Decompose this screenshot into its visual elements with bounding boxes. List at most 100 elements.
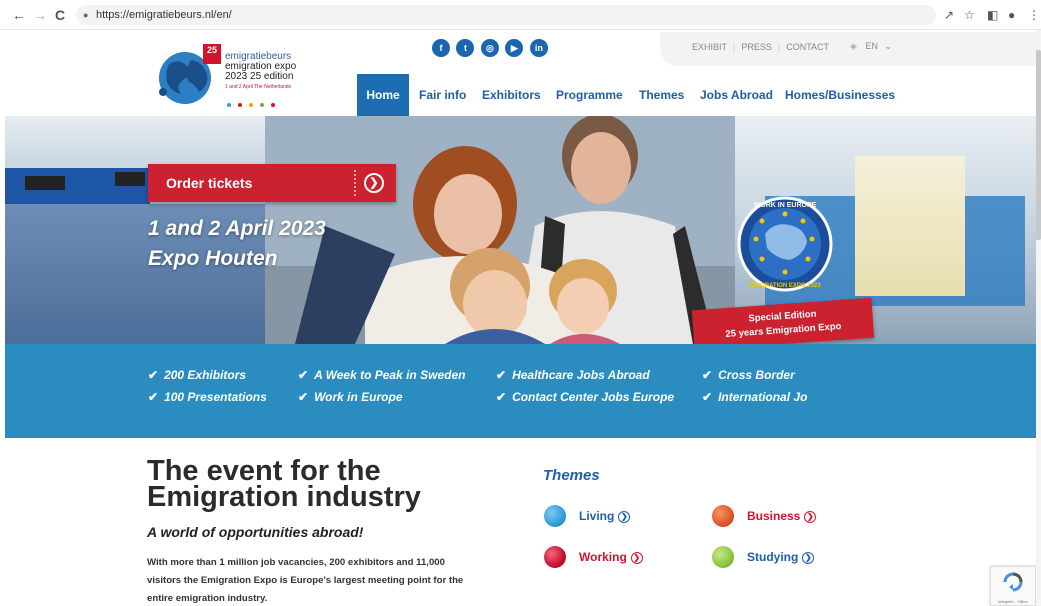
order-tickets-label: Order tickets: [166, 175, 253, 191]
linkedin-icon[interactable]: in: [529, 39, 548, 57]
browser-toolbar: ← → C ● https://emigratiebeurs.nl/en/ ↗ …: [0, 0, 1041, 30]
social-links: f t ◎ ▶ in: [432, 38, 550, 57]
check-icon: ✔: [148, 368, 159, 382]
highlight-item[interactable]: ✔ Healthcare Jobs Abroad: [496, 368, 650, 382]
check-icon: ✔: [298, 390, 309, 404]
instagram-icon[interactable]: ◎: [480, 39, 499, 57]
highlight-item[interactable]: ✔ A Week to Peak in Sweden: [298, 368, 465, 382]
event-date-line: 1 and 2 April 2023: [148, 217, 326, 240]
highlight-label: 200 Exhibitors: [164, 368, 247, 382]
arrow-right-icon: ❯: [364, 173, 384, 193]
nav-exhibitors[interactable]: Exhibitors: [482, 74, 541, 116]
page-subtitle: A world of opportunities abroad!: [147, 524, 364, 540]
recaptcha-badge[interactable]: Integritet - Villkor: [990, 566, 1036, 606]
recaptcha-label: Integritet - Villkor: [998, 599, 1028, 604]
title-line-2: Emigration industry: [147, 481, 421, 513]
scrollbar-thumb[interactable]: [1036, 50, 1041, 240]
check-icon: ✔: [496, 390, 507, 404]
check-icon: ✔: [496, 368, 507, 382]
highlight-item[interactable]: ✔ International Jo: [702, 390, 807, 404]
event-venue-line: Expo Houten: [148, 247, 278, 270]
language-selector[interactable]: ◈ EN ⌄: [850, 41, 892, 52]
themes-heading: Themes: [543, 467, 600, 484]
display-screen: [115, 172, 145, 186]
star-icon[interactable]: ☆: [964, 7, 975, 23]
youtube-icon[interactable]: ▶: [505, 39, 524, 57]
highlight-label: Cross Border: [718, 368, 795, 382]
arrow-right-icon: ❯: [618, 511, 631, 523]
highlight-label: Work in Europe: [314, 390, 403, 404]
twitter-icon[interactable]: t: [456, 39, 475, 57]
arrow-right-icon: ❯: [630, 552, 643, 564]
nav-jobs-abroad[interactable]: Jobs Abroad: [700, 74, 773, 116]
arrow-right-icon: ❯: [802, 552, 815, 564]
highlight-item[interactable]: ✔ 100 Presentations: [148, 390, 267, 404]
family-photo: [265, 116, 735, 344]
scrollbar[interactable]: [1036, 30, 1041, 606]
highlight-label: Healthcare Jobs Abroad: [512, 368, 650, 382]
chevron-down-icon: ⌄: [884, 41, 893, 51]
contact-link[interactable]: CONTACT: [786, 42, 829, 52]
back-icon[interactable]: ←: [12, 7, 26, 23]
logo-dots: [227, 94, 282, 112]
highlight-label: International Jo: [718, 390, 808, 404]
highlight-label: Contact Center Jobs Europe: [512, 390, 675, 404]
nav-programme[interactable]: Programme: [556, 74, 623, 116]
facebook-icon[interactable]: f: [432, 39, 450, 57]
order-tickets-button[interactable]: Order tickets ❯: [148, 164, 396, 202]
arrow-right-icon: ❯: [804, 511, 817, 523]
logo-line-3: 2023 25 edition: [225, 71, 294, 82]
check-icon: ✔: [298, 368, 309, 382]
site-logo[interactable]: 25 emigratiebeurs emigration expo 2023 2…: [155, 42, 305, 110]
sidepanel-icon[interactable]: ◧: [987, 7, 998, 23]
logo-text: emigratiebeurs emigration expo 2023 25 e…: [225, 52, 296, 92]
highlight-item[interactable]: ✔ Cross Border: [702, 368, 795, 382]
exhibit-link[interactable]: EXHIBIT: [692, 42, 727, 52]
studying-icon: [712, 546, 734, 568]
press-link[interactable]: PRESS: [741, 42, 772, 52]
badge-top-text: WORK IN EUROPE: [754, 202, 817, 209]
lock-icon: ●: [83, 10, 89, 20]
utility-links: EXHIBIT | PRESS | CONTACT: [692, 42, 830, 52]
display-screen: [25, 176, 65, 190]
gate-opening: [855, 156, 965, 296]
share-icon[interactable]: ↗: [944, 7, 954, 23]
check-icon: ✔: [148, 390, 159, 404]
highlights-band: ✔ 200 Exhibitors ✔ A Week to Peak in Swede…: [5, 344, 1036, 438]
theme-label: Working: [579, 550, 627, 564]
url-text: https://emigratiebeurs.nl/en/: [96, 9, 232, 21]
business-icon: [712, 505, 734, 527]
highlight-item[interactable]: ✔ Work in Europe: [298, 390, 403, 404]
theme-label: Living: [579, 509, 615, 523]
language-label: EN: [865, 41, 878, 51]
globe-icon: ◈: [850, 41, 857, 51]
nav-fair-info[interactable]: Fair info: [419, 74, 466, 116]
forward-icon[interactable]: →: [33, 7, 47, 23]
highlight-label: 100 Presentations: [164, 390, 267, 404]
reload-icon[interactable]: C: [55, 7, 65, 23]
address-bar[interactable]: ● https://emigratiebeurs.nl/en/: [76, 5, 936, 25]
profile-icon[interactable]: ●: [1008, 7, 1015, 23]
nav-home[interactable]: Home: [357, 74, 409, 122]
highlight-item[interactable]: ✔ 200 Exhibitors: [148, 368, 246, 382]
theme-label: Studying: [747, 550, 799, 564]
living-icon: [544, 505, 566, 527]
top-utility-bar: EXHIBIT | PRESS | CONTACT ◈ EN ⌄: [660, 32, 1041, 66]
menu-icon[interactable]: ⋮: [1028, 7, 1040, 23]
nav-themes[interactable]: Themes: [639, 74, 684, 116]
badge-bottom-text: EMIGRATION EXPO 2023: [749, 283, 821, 289]
divider: [354, 170, 356, 196]
page-title: The event for the Emigration industry: [147, 457, 421, 513]
event-date: 1 and 2 April 2023 Expo Houten: [148, 214, 326, 274]
check-icon: ✔: [702, 368, 713, 382]
theme-label: Business: [747, 509, 801, 523]
intro-paragraph: With more than 1 million job vacancies, …: [147, 557, 464, 604]
nav-homes-businesses[interactable]: Homes/Businesses: [785, 74, 895, 116]
logo-line-4: 1 and 2 April The Netherlands: [225, 84, 292, 90]
anniversary-badge: 25: [203, 44, 221, 64]
site-header: 25 emigratiebeurs emigration expo 2023 2…: [0, 30, 1041, 122]
hero-banner: Order tickets ❯ 1 and 2 April 2023 Expo …: [5, 116, 1036, 344]
working-icon: [544, 546, 566, 568]
highlight-item[interactable]: ✔ Contact Center Jobs Europe: [496, 390, 674, 404]
work-in-europe-badge: WORK IN EUROPE EMIGRATION EXPO 2023: [737, 196, 833, 292]
